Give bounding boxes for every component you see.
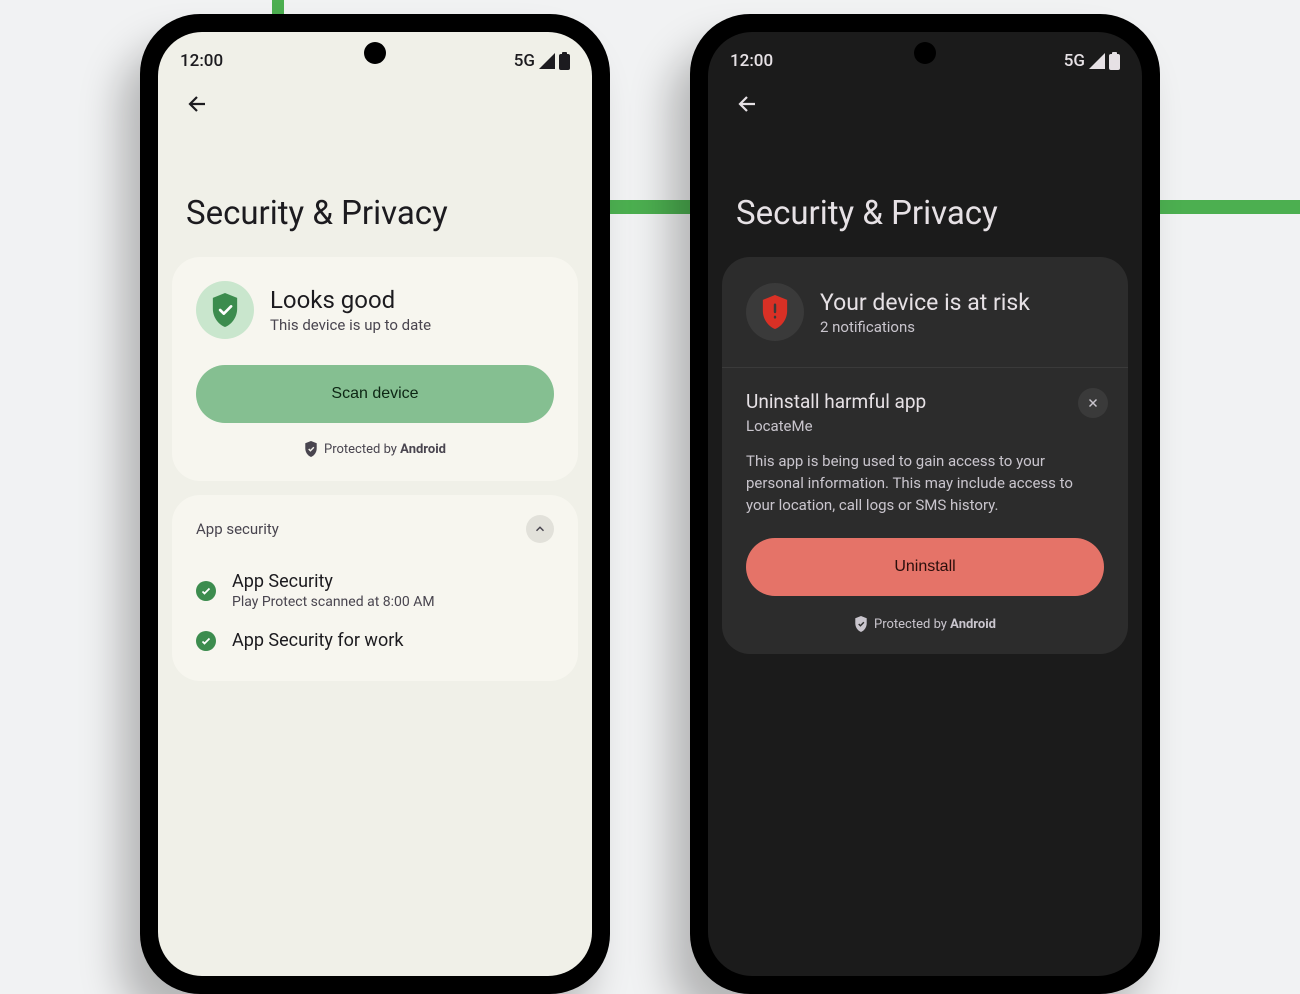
app-security-section: App security App Security Play Protect s… xyxy=(172,495,578,681)
dismiss-button[interactable] xyxy=(1078,388,1108,418)
signal-icon xyxy=(1088,53,1106,69)
shield-warning-icon xyxy=(746,283,804,341)
camera-cutout xyxy=(914,42,936,64)
alert-description: This app is being used to gain access to… xyxy=(746,451,1104,516)
alert-app-name: LocateMe xyxy=(746,417,1104,435)
status-card: Looks good This device is up to date Sca… xyxy=(172,257,578,481)
status-subtitle: This device is up to date xyxy=(270,316,431,334)
scan-device-button[interactable]: Scan device xyxy=(196,365,554,423)
risk-title: Your device is at risk xyxy=(820,289,1030,316)
battery-icon xyxy=(559,52,570,70)
status-title: Looks good xyxy=(270,286,431,314)
check-icon xyxy=(196,581,216,601)
status-time: 12:00 xyxy=(180,51,223,71)
network-label: 5G xyxy=(514,51,535,71)
risk-subtitle: 2 notifications xyxy=(820,318,1030,336)
list-item[interactable]: App Security Play Protect scanned at 8:0… xyxy=(196,561,554,620)
shield-icon xyxy=(854,616,868,632)
arrow-back-icon xyxy=(186,92,210,116)
camera-cutout xyxy=(364,42,386,64)
page-title: Security & Privacy xyxy=(708,134,1142,257)
list-item[interactable]: App Security for work xyxy=(196,620,554,661)
battery-icon xyxy=(1109,52,1120,70)
shield-check-icon xyxy=(196,281,254,339)
arrow-back-icon xyxy=(736,92,760,116)
list-item-title: App Security for work xyxy=(232,630,403,651)
protected-by-label: Protected by Android xyxy=(746,616,1104,632)
signal-icon xyxy=(538,53,556,69)
page-title: Security & Privacy xyxy=(158,134,592,257)
section-header: App security xyxy=(196,520,279,538)
close-icon xyxy=(1086,396,1100,410)
chevron-up-icon xyxy=(533,522,547,536)
back-button[interactable] xyxy=(736,92,760,120)
alert-title: Uninstall harmful app xyxy=(746,390,1104,413)
phone-light: 12:00 5G Security & Privacy xyxy=(140,14,610,994)
risk-card: Your device is at risk 2 notifications U… xyxy=(722,257,1128,654)
check-icon xyxy=(196,631,216,651)
list-item-subtitle: Play Protect scanned at 8:00 AM xyxy=(232,594,435,610)
protected-by-label: Protected by Android xyxy=(196,441,554,457)
uninstall-button[interactable]: Uninstall xyxy=(746,538,1104,596)
list-item-title: App Security xyxy=(232,571,435,592)
back-button[interactable] xyxy=(186,92,210,120)
network-label: 5G xyxy=(1064,51,1085,71)
shield-icon xyxy=(304,441,318,457)
phone-dark: 12:00 5G Security & Privacy xyxy=(690,14,1160,994)
status-time: 12:00 xyxy=(730,51,773,71)
collapse-button[interactable] xyxy=(526,515,554,543)
